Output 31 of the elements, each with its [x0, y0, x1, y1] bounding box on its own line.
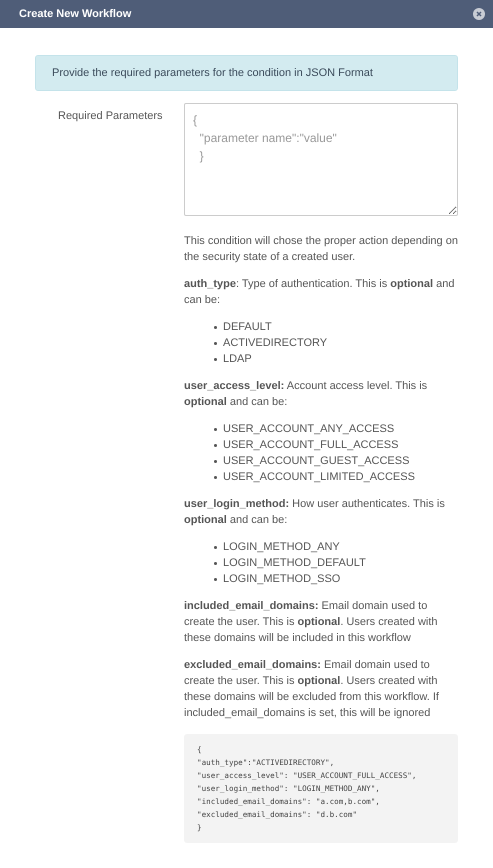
window-title: Create New Workflow: [19, 6, 132, 22]
list-item: USER_ACCOUNT_ANY_ACCESS: [223, 422, 394, 437]
help-paragraph: user_login_method: How user authenticates. This is optional and can be:: [184, 497, 446, 528]
list-item: USER_ACCOUNT_GUEST_ACCESS: [223, 454, 410, 469]
bullet-icon: [214, 444, 217, 446]
help-paragraph: user_access_level: Account access level. This is optional and can be:: [184, 379, 428, 410]
bullet-icon: [214, 342, 217, 344]
close-icon[interactable]: [473, 8, 485, 20]
help-paragraph: included_email_domains: Email domain used to create the user. This is optional. Users created with these domains will be included in this workflow: [184, 599, 439, 646]
list-item: LDAP: [223, 352, 252, 367]
list-item: USER_ACCOUNT_FULL_ACCESS: [223, 438, 398, 453]
list-item: LOGIN_METHOD_ANY: [223, 540, 340, 555]
list-item: USER_ACCOUNT_LIMITED_ACCESS: [223, 470, 415, 485]
help-paragraph: auth_type: Type of authentication. This is optional and can be:: [184, 277, 456, 308]
bullet-icon: [214, 476, 217, 478]
bullet-icon: [214, 578, 217, 580]
list-item: DEFAULT: [223, 320, 272, 335]
list-item: ACTIVEDIRECTORY: [223, 336, 328, 351]
bullet-icon: [214, 562, 217, 564]
help-paragraph: excluded_email_domains: Email domain used to create the user. This is optional. Users created with these domains will be excluded from this workflow. If included_email_domains is set, this will be ignored: [184, 658, 440, 721]
bullet-icon: [214, 546, 217, 548]
bullet-icon: [214, 326, 217, 328]
bullet-icon: [214, 460, 217, 462]
help-paragraph: This condition will chose the proper action depending on the security state of a created user.: [184, 234, 458, 265]
bullet-icon: [214, 428, 217, 430]
info-alert: Provide the required parameters for the condition in JSON Format: [35, 55, 458, 91]
list-item: LOGIN_METHOD_DEFAULT: [223, 556, 366, 571]
field-label: Required Parameters: [57, 109, 164, 124]
list-item: LOGIN_METHOD_SSO: [223, 572, 340, 587]
parameters-field[interactable]: { "parameter name":"value" }: [184, 103, 458, 216]
bullet-icon: [214, 358, 217, 360]
